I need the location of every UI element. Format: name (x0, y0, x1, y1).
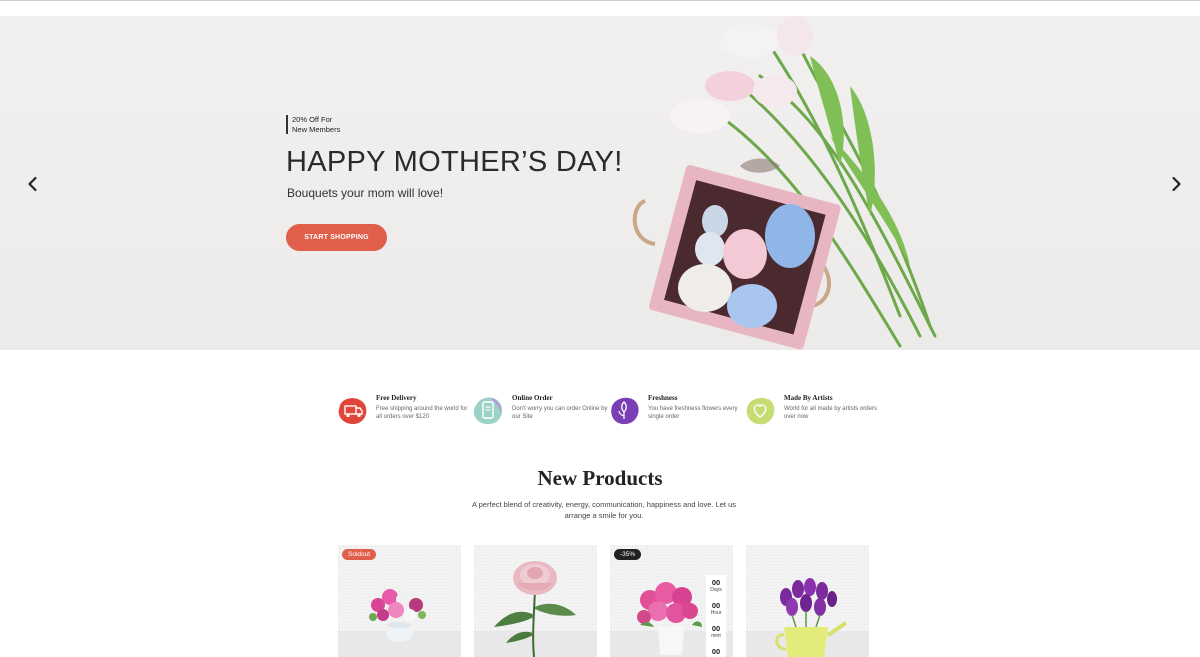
feature-title: Made By Artists (784, 394, 833, 402)
hero-title: HAPPY MOTHER’S DAY! (286, 146, 623, 178)
new-products-description: A perfect blend of creativity, energy, c… (471, 500, 737, 520)
new-products-title: New Products (537, 466, 663, 490)
discount-badge: -35% (614, 549, 642, 560)
countdown-label: Days (710, 587, 722, 593)
promo-line-1: 20% Off For (292, 115, 333, 124)
feature-title: Free Delivery (376, 394, 417, 402)
countdown-hours: 00 Hour (706, 598, 726, 621)
product-card[interactable] (474, 545, 597, 657)
slider-next-arrow-icon[interactable] (1166, 174, 1186, 194)
delivery-truck-icon (336, 394, 368, 426)
product-card[interactable]: -35% 00 Days 00 Hour 00 mint 00 (610, 545, 733, 657)
promo-line-2: New Members (292, 124, 341, 134)
feature-online-order: Online Order Don't worry you can order O… (472, 392, 608, 432)
countdown-timer: 00 Days 00 Hour 00 mint 00 (706, 575, 726, 657)
feature-title: Online Order (512, 394, 553, 402)
feature-free-delivery: Free Delivery Free shipping around the w… (336, 392, 467, 432)
hero-subtitle: Bouquets your mom will love! (287, 186, 444, 200)
countdown-seconds: 00 (706, 644, 726, 657)
product-image (494, 561, 576, 657)
hero-slider: 20% Off For New Members HAPPY MOTHER’S D… (0, 16, 1200, 350)
product-card[interactable]: Soldout (338, 545, 461, 657)
product-card[interactable] (746, 545, 869, 657)
hero-image (632, 16, 937, 350)
feature-title: Freshness (648, 394, 678, 402)
countdown-label: Hour (710, 610, 722, 616)
flower-icon (608, 394, 640, 426)
countdown-days: 00 Days (706, 575, 726, 598)
feature-freshness: Freshness You have freshness flowers eve… (608, 392, 738, 432)
feature-description: Free shipping around the world for all o… (376, 406, 468, 420)
product-image (369, 589, 426, 642)
countdown-value: 00 (711, 601, 721, 610)
feature-description: World for all made by artists orders ove… (784, 406, 877, 420)
features-row: Free Delivery Free shipping around the w… (336, 392, 877, 432)
artist-heart-icon (744, 394, 776, 426)
soldout-badge: Soldout (342, 549, 377, 560)
countdown-value: 00 (711, 578, 721, 587)
phone-order-icon (472, 394, 504, 426)
start-shopping-button[interactable]: START SHOPPING (286, 224, 387, 251)
promo-label: 20% Off For New Members (286, 115, 340, 134)
countdown-label: mint (711, 633, 721, 639)
product-image (775, 578, 848, 657)
countdown-minutes: 00 mint (706, 621, 726, 644)
slider-prev-arrow-icon[interactable] (23, 174, 43, 194)
top-divider (0, 0, 1200, 1)
countdown-value: 00 (711, 647, 721, 656)
feature-description: Don't worry you can order Online by our … (512, 406, 608, 420)
countdown-value: 00 (711, 624, 721, 633)
feature-made-by-artists: Made By Artists World for all made by ar… (744, 392, 877, 432)
feature-description: You have freshness flowers every single … (648, 406, 738, 420)
